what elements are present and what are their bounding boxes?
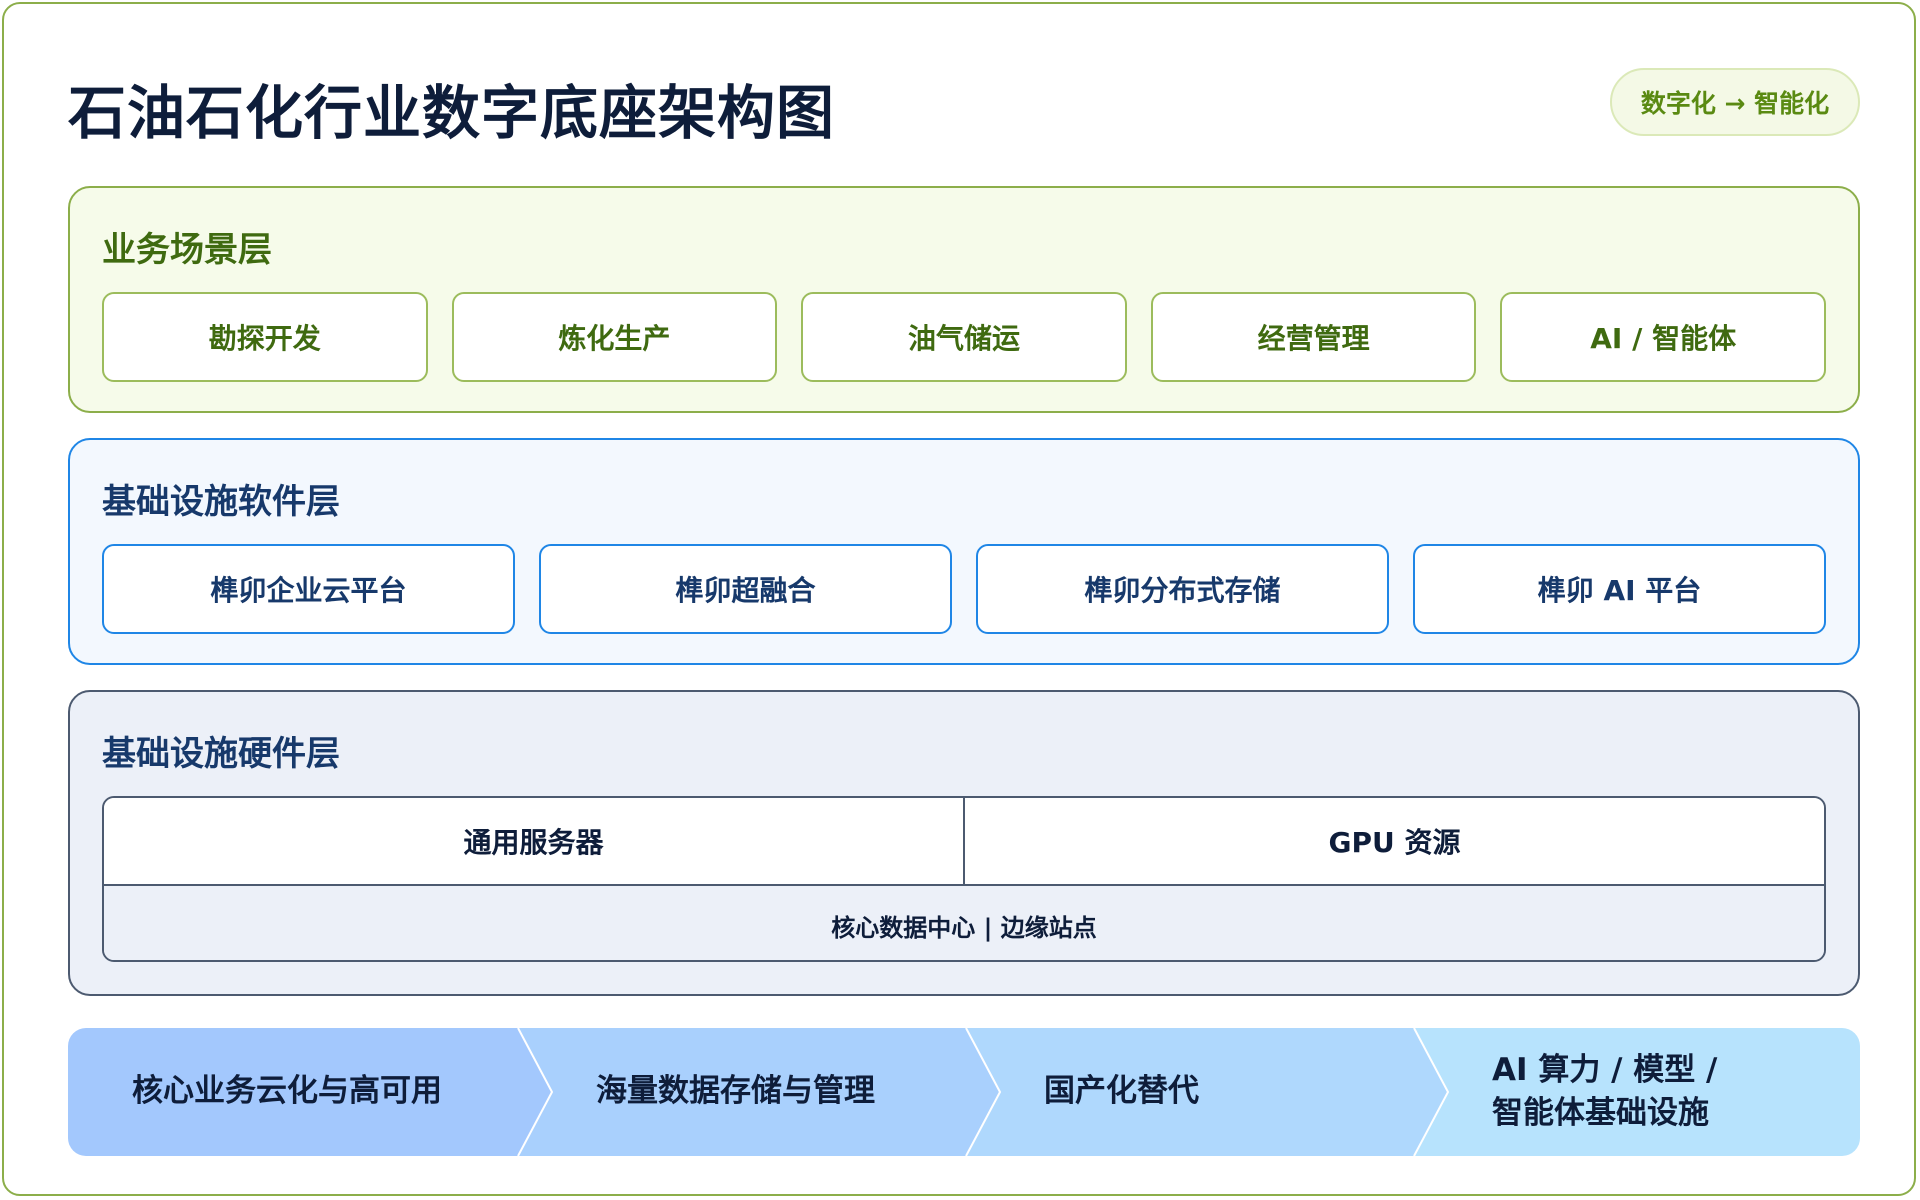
business-card-exploration: 勘探开发 — [102, 292, 428, 382]
flow-step-1-label: 核心业务云化与高可用 — [132, 1028, 442, 1156]
flow-step-3-line1: 国产化替代 — [1044, 1073, 1199, 1110]
business-layer-cards: 勘探开发 炼化生产 油气储运 经营管理 AI / 智能体 — [102, 292, 1826, 382]
software-card-enterprise-cloud: 榫卯企业云平台 — [102, 544, 515, 634]
flow-step-2-label: 海量数据存储与管理 — [596, 1028, 875, 1156]
hardware-layer: 基础设施硬件层 通用服务器 GPU 资源 核心数据中心 | 边缘站点 — [68, 690, 1860, 996]
hardware-cell-general-servers: 通用服务器 — [463, 826, 604, 859]
flow-step-4-line1: AI 算力 / 模型 / — [1492, 1051, 1718, 1088]
flow-step-4-label: AI 算力 / 模型 / 智能体基础设施 — [1492, 1028, 1717, 1156]
hardware-layer-title: 基础设施硬件层 — [102, 734, 340, 774]
software-layer-cards: 榫卯企业云平台 榫卯超融合 榫卯分布式存储 榫卯 AI 平台 — [102, 544, 1826, 634]
page-title: 石油石化行业数字底座架构图 — [68, 79, 836, 147]
software-layer: 基础设施软件层 榫卯企业云平台 榫卯超融合 榫卯分布式存储 榫卯 AI 平台 — [68, 438, 1860, 665]
hardware-resource-row: 通用服务器 GPU 资源 — [104, 798, 1824, 886]
flow-step-2-line1: 海量数据存储与管理 — [596, 1073, 875, 1110]
transformation-badge: 数字化 → 智能化 — [1610, 68, 1860, 136]
flow-step-4-line2: 智能体基础设施 — [1492, 1095, 1709, 1131]
software-card-ai-platform: 榫卯 AI 平台 — [1413, 544, 1826, 634]
business-card-refining: 炼化生产 — [451, 292, 778, 382]
business-card-operations: 经营管理 — [1150, 292, 1477, 382]
capability-flow: 核心业务云化与高可用 海量数据存储与管理 国产化替代 AI 算力 / 模型 / 智… — [68, 1028, 1860, 1156]
business-card-storage-transport: 油气储运 — [801, 292, 1127, 382]
software-layer-title: 基础设施软件层 — [102, 482, 340, 522]
diagram-frame: 石油石化行业数字底座架构图 数字化 → 智能化 业务场景层 勘探开发 炼化生产 … — [2, 2, 1916, 1196]
hardware-grid: 通用服务器 GPU 资源 核心数据中心 | 边缘站点 — [102, 796, 1826, 962]
hardware-site-row: 核心数据中心 | 边缘站点 — [104, 886, 1824, 960]
software-card-hyperconverged: 榫卯超融合 — [539, 544, 952, 634]
flow-step-3-label: 国产化替代 — [1044, 1028, 1199, 1156]
business-layer-title: 业务场景层 — [102, 230, 272, 270]
software-card-distributed-storage: 榫卯分布式存储 — [976, 544, 1389, 634]
hardware-cell-gpu-resources: GPU 资源 — [963, 798, 1824, 884]
flow-step-1-line1: 核心业务云化与高可用 — [132, 1073, 442, 1110]
business-card-ai-agent: AI / 智能体 — [1500, 292, 1826, 382]
business-layer: 业务场景层 勘探开发 炼化生产 油气储运 经营管理 AI / 智能体 — [68, 186, 1860, 413]
flow-step-3-shape — [966, 1028, 1448, 1156]
